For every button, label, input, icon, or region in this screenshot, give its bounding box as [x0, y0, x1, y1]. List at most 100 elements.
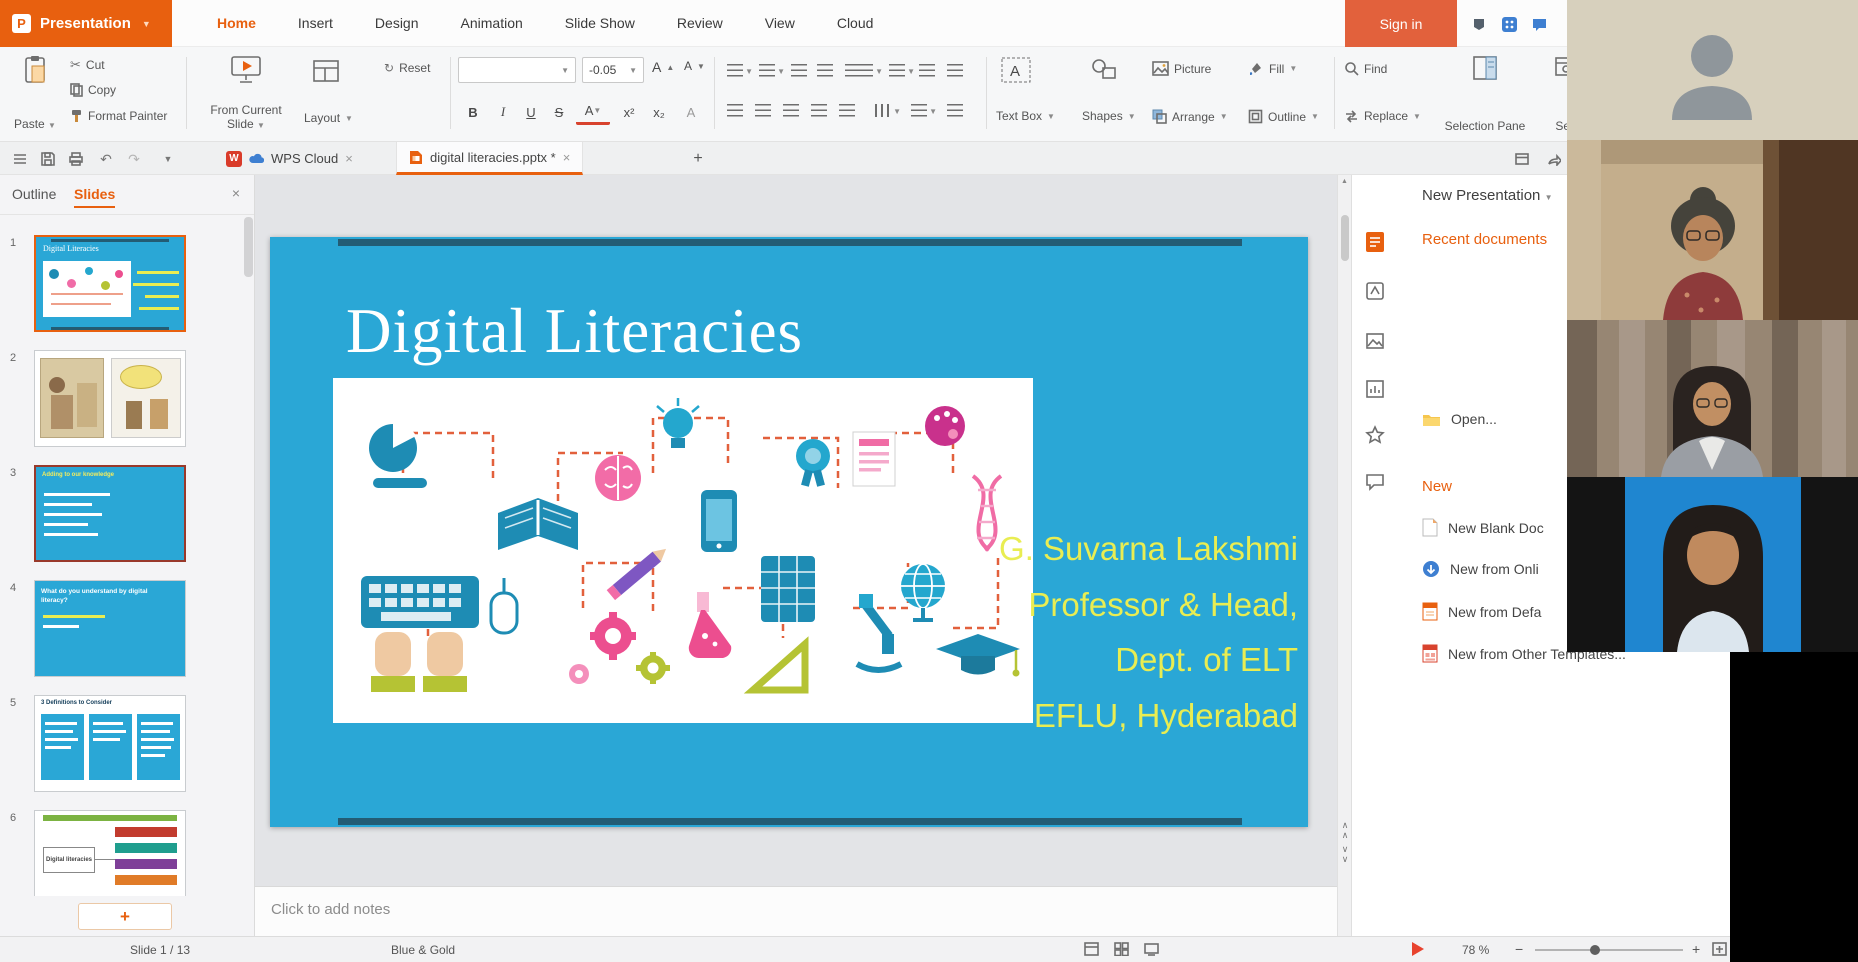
clear-format-button[interactable]: A — [678, 99, 704, 125]
columns-icon[interactable]: ▼ — [872, 99, 894, 121]
rotate-text-icon[interactable] — [944, 99, 966, 121]
superscript-button[interactable]: x² — [616, 99, 642, 125]
justify-icon[interactable] — [808, 99, 830, 121]
tab-slides[interactable]: Slides — [74, 186, 115, 208]
cut-button[interactable]: ✂ Cut — [70, 57, 105, 73]
text-direction-icon[interactable]: ▼ — [842, 59, 876, 81]
new-from-default-button[interactable]: New from Defa — [1422, 602, 1541, 621]
close-icon[interactable]: × — [232, 185, 240, 201]
pane-document-icon[interactable] — [1365, 231, 1385, 253]
strikethrough-button[interactable]: S — [546, 99, 572, 125]
slide-sorter-icon[interactable] — [1114, 942, 1130, 958]
numbering-icon[interactable]: ▼ — [756, 59, 778, 81]
line-spacing-icon[interactable]: ▼ — [886, 59, 908, 81]
tab-slide-show[interactable]: Slide Show — [544, 0, 656, 47]
increase-indent-icon[interactable] — [814, 59, 836, 81]
redo-icon[interactable]: ↷ — [124, 149, 144, 169]
slide-canvas[interactable]: Digital Literacies — [270, 237, 1308, 827]
new-blank-doc-button[interactable]: New Blank Doc — [1422, 518, 1544, 537]
reset-button[interactable]: ↻ Reset — [384, 61, 430, 75]
character-spacing-icon[interactable] — [944, 59, 966, 81]
grow-font-button[interactable]: A▲ — [652, 59, 674, 75]
apps-icon[interactable] — [1498, 13, 1520, 35]
shrink-font-button[interactable]: A▼ — [684, 59, 705, 73]
panel-scrollbar-thumb[interactable] — [244, 217, 253, 277]
outline-button[interactable]: Outline ▼ — [1248, 109, 1319, 124]
new-tab-button[interactable]: + — [688, 149, 708, 169]
pane-chart-icon[interactable] — [1365, 379, 1385, 401]
zoom-slider-handle[interactable] — [1590, 945, 1600, 955]
slide-thumbnail-3[interactable]: Adding to our knowledge — [34, 465, 186, 562]
zoom-slider-track[interactable] — [1535, 949, 1683, 951]
pane-animation-icon[interactable] — [1365, 425, 1385, 447]
slide-thumbnail-5[interactable]: 3 Definitions to Consider — [34, 695, 186, 792]
premium-icon[interactable] — [1468, 13, 1490, 35]
distribute-justify-icon[interactable] — [836, 99, 858, 121]
format-painter-button[interactable]: Format Painter — [70, 109, 167, 123]
new-from-online-button[interactable]: New from Onli — [1422, 560, 1539, 578]
slide-thumbnail-2[interactable] — [34, 350, 186, 447]
bullets-icon[interactable]: ▼ — [724, 59, 746, 81]
bold-button[interactable]: B — [460, 99, 486, 125]
underline-button[interactable]: U — [518, 99, 544, 125]
tab-list-icon[interactable] — [1512, 149, 1532, 169]
shapes-button[interactable]: Shapes ▼ — [1082, 109, 1136, 123]
text-box-button[interactable]: Text Box ▼ — [996, 109, 1055, 123]
slide-thumbnail-1[interactable]: Digital Literacies — [34, 235, 186, 332]
from-current-slide-button[interactable]: From Current Slide ▼ — [198, 52, 294, 136]
save-icon[interactable] — [38, 149, 58, 169]
pane-format-icon[interactable] — [1365, 281, 1385, 303]
fit-to-window-icon[interactable] — [1712, 942, 1728, 958]
app-menu-button[interactable]: P Presentation ▼ — [0, 0, 172, 47]
notes-area[interactable]: Click to add notes — [255, 886, 1337, 936]
slide-thumbnail-4[interactable]: What do you understand by digital litera… — [34, 580, 186, 677]
font-name-select[interactable]: ▼ — [458, 57, 576, 83]
close-icon[interactable]: × — [345, 151, 353, 166]
scroll-up-icon[interactable]: ▲ — [1341, 178, 1348, 185]
layout-button[interactable]: Layout ▼ — [304, 111, 353, 125]
pane-image-icon[interactable] — [1365, 331, 1385, 353]
zoom-out-button[interactable]: − — [1515, 941, 1523, 957]
recent-documents-link[interactable]: Recent documents — [1422, 231, 1547, 248]
underline-color-button[interactable]: A ▼ — [576, 99, 610, 125]
paste-button[interactable]: Paste ▼ — [8, 52, 62, 136]
participant-video-2[interactable] — [1567, 140, 1858, 320]
editor-scrollbar[interactable]: ▲ ∧∧ ∨∨ — [1337, 175, 1351, 936]
close-icon[interactable]: × — [563, 150, 571, 165]
tab-insert[interactable]: Insert — [277, 0, 354, 47]
undo-icon[interactable]: ↶ — [96, 149, 116, 169]
play-slideshow-button[interactable] — [1408, 940, 1424, 956]
participant-video-3[interactable] — [1567, 320, 1858, 477]
zoom-in-button[interactable]: + — [1692, 941, 1700, 957]
participant-video-4[interactable] — [1567, 477, 1858, 652]
tab-review[interactable]: Review — [656, 0, 744, 47]
find-button[interactable]: Find — [1344, 61, 1387, 76]
font-size-select[interactable]: -0.05 ▼ — [582, 57, 644, 83]
add-slide-button[interactable]: + — [78, 903, 172, 930]
align-left-icon[interactable] — [724, 99, 746, 121]
arrange-button[interactable]: Arrange ▼ — [1152, 109, 1228, 124]
slide-title[interactable]: Digital Literacies — [346, 295, 803, 368]
distribute-text-icon[interactable] — [916, 59, 938, 81]
decrease-indent-icon[interactable] — [788, 59, 810, 81]
tab-home[interactable]: Home — [196, 0, 277, 47]
theme-name[interactable]: Blue & Gold — [391, 943, 455, 957]
slide-editor-canvas[interactable]: Digital Literacies — [255, 175, 1337, 936]
doc-tab-wps-cloud[interactable]: W WPS Cloud × — [214, 142, 365, 175]
slide-thumbnail-6[interactable]: Digital literacies — [34, 810, 186, 896]
scrollbar-thumb[interactable] — [1341, 215, 1349, 261]
selection-pane-button[interactable]: Selection Pane — [1442, 52, 1528, 136]
replace-button[interactable]: Replace ▼ — [1344, 109, 1421, 123]
reading-view-icon[interactable] — [1144, 942, 1160, 958]
open-button[interactable]: Open... — [1422, 411, 1497, 427]
tab-outline[interactable]: Outline — [12, 186, 56, 202]
chevron-down-icon[interactable]: ▼ — [158, 149, 178, 169]
align-right-icon[interactable] — [780, 99, 802, 121]
pane-comment-icon[interactable] — [1365, 473, 1385, 495]
align-center-icon[interactable] — [752, 99, 774, 121]
vertical-align-icon[interactable]: ▼ — [908, 99, 930, 121]
normal-view-icon[interactable] — [1084, 942, 1100, 958]
tab-cloud[interactable]: Cloud — [816, 0, 895, 47]
copy-button[interactable]: Copy — [70, 83, 116, 97]
doc-tab-digital-literacies[interactable]: digital literacies.pptx * × — [396, 142, 583, 175]
